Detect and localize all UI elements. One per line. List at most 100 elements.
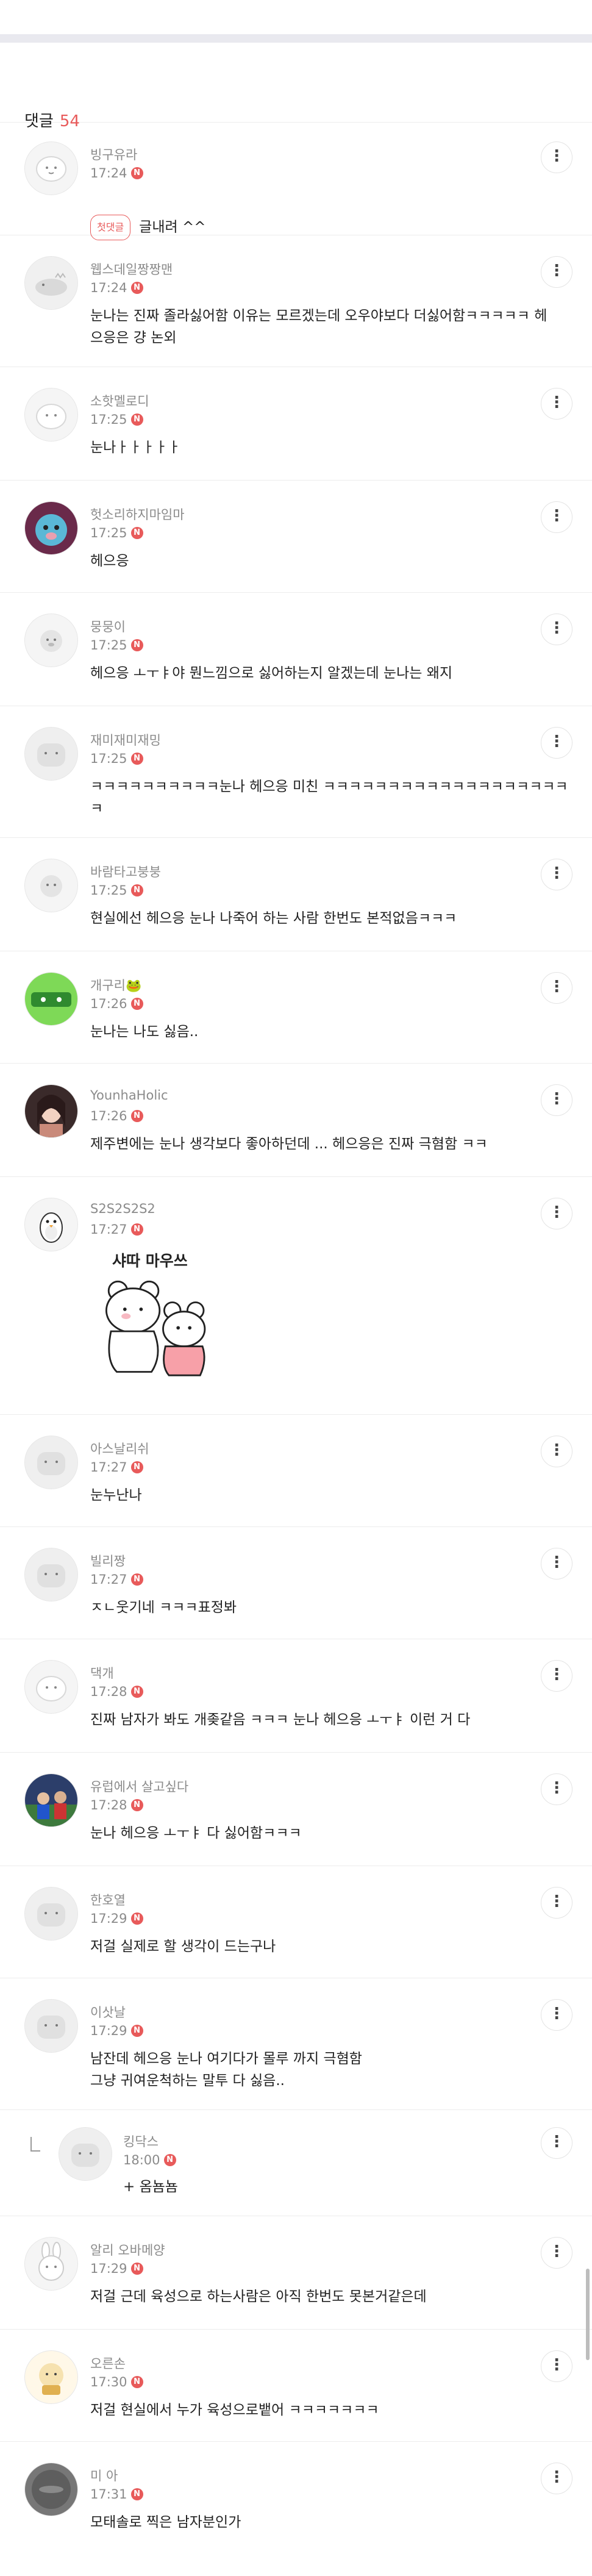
new-badge: N <box>130 753 143 765</box>
avatar[interactable] <box>24 2350 78 2404</box>
more-options-button[interactable]: ⋮ <box>541 501 572 533</box>
more-icon: ⋮ <box>549 1665 565 1684</box>
nickname[interactable]: 한호열 <box>90 1891 126 1909</box>
nickname[interactable]: 소핫멜로디 <box>90 392 149 410</box>
comment-body: 눈나는 나도 싫음.. <box>90 1024 199 1040</box>
time-text: 17:27 <box>90 1572 127 1587</box>
comment-body: 눈누난나 <box>90 1487 142 1503</box>
time-text: 17:28 <box>90 1798 127 1812</box>
comment-item: 웹스데일짱짱맨 17:24 N 눈나는 진짜 졸라싫어함 이유는 모르겠는데 오우… <box>0 235 592 367</box>
nickname[interactable]: 웹스데일짱짱맨 <box>90 260 173 278</box>
nickname[interactable]: 아스날리쉬 <box>90 1439 149 1458</box>
more-options-button[interactable]: ⋮ <box>541 388 572 420</box>
more-options-button[interactable]: ⋮ <box>541 2127 572 2159</box>
more-options-button[interactable]: ⋮ <box>541 2237 572 2269</box>
avatar[interactable] <box>24 1548 78 1601</box>
avatar[interactable] <box>24 1773 78 1827</box>
comment-item: 유럽에서 살고싶다 17:28 N 눈나 헤으응 ㅗㅜㅑ 다 싫어함ㅋㅋㅋ ⋮ <box>0 1753 592 1866</box>
nickname[interactable]: 댁개 <box>90 1664 114 1682</box>
new-badge: N <box>130 2263 143 2275</box>
avatar[interactable] <box>24 388 78 442</box>
avatar[interactable] <box>24 256 78 310</box>
new-badge: N <box>130 998 143 1010</box>
avatar[interactable] <box>59 2127 112 2181</box>
avatar[interactable] <box>24 1198 78 1251</box>
more-options-button[interactable]: ⋮ <box>541 1548 572 1580</box>
avatar[interactable] <box>24 1660 78 1714</box>
more-options-button[interactable]: ⋮ <box>541 1773 572 1805</box>
nickname[interactable]: 개구리🐸 <box>90 976 141 994</box>
nickname[interactable]: 재미재미재밍 <box>90 731 161 749</box>
nickname[interactable]: 유럽에서 살고싶다 <box>90 1777 188 1795</box>
avatar[interactable] <box>24 141 78 195</box>
comment-item: 빌리짱 17:27 N ㅈㄴ웃기네 ㅋㅋㅋ표정봐 ⋮ <box>0 1527 592 1639</box>
avatar[interactable] <box>24 501 78 555</box>
comment-item: 이삿날 17:29 N 남잔데 헤으응 눈나 여기다가 몰루 까지 극혐함 그냥 … <box>0 1978 592 2110</box>
avatar[interactable] <box>24 1084 78 1138</box>
avatar[interactable] <box>24 1436 78 1489</box>
more-options-button[interactable]: ⋮ <box>541 2350 572 2382</box>
more-options-button[interactable]: ⋮ <box>541 972 572 1004</box>
time-text: 18:00 <box>123 2153 160 2167</box>
more-options-button[interactable]: ⋮ <box>541 1198 572 1229</box>
nickname[interactable]: 이삿날 <box>90 2003 126 2021</box>
comment-item: 소핫멜로디 17:25 N 눈나ㅏㅏㅏㅏㅏ ⋮ <box>0 367 592 481</box>
scrollbar[interactable] <box>586 2269 590 2360</box>
more-options-button[interactable]: ⋮ <box>541 1436 572 1467</box>
more-options-button[interactable]: ⋮ <box>541 859 572 890</box>
more-icon: ⋮ <box>549 1553 565 1572</box>
new-badge: N <box>130 1912 143 1925</box>
avatar[interactable] <box>24 859 78 912</box>
comment-body: + 옴뇸뇸 <box>123 2179 179 2195</box>
comment-item: YounhaHolic 17:26 N 제주변에는 눈나 생각보다 좋아하던데 .… <box>0 1064 592 1177</box>
more-icon: ⋮ <box>549 978 565 996</box>
time-text: 17:27 <box>90 1222 127 1237</box>
avatar[interactable] <box>24 2463 78 2516</box>
nickname[interactable]: S2S2S2S2 <box>90 1201 155 1216</box>
sticker-image: 샤따 마우쓰 <box>90 1249 224 1389</box>
more-options-button[interactable]: ⋮ <box>541 1887 572 1919</box>
nickname[interactable]: 뭉뭉이 <box>90 617 126 635</box>
more-icon: ⋮ <box>549 2133 565 2151</box>
more-options-button[interactable]: ⋮ <box>541 614 572 645</box>
comment-item: 미 아 17:31 N 모태솔로 찍은 남자분인가 ⋮ <box>0 2442 592 2564</box>
comment-item: 오른손 17:30 N 저걸 현실에서 누가 육성으로뱉어 ㅋㅋㅋㅋㅋㅋㅋ ⋮ <box>0 2330 592 2442</box>
nickname[interactable]: 헛소리하지마임마 <box>90 505 185 523</box>
comment-body: 눈나 헤으응 ㅗㅜㅑ 다 싫어함ㅋㅋㅋ <box>90 1825 302 1841</box>
avatar[interactable] <box>24 1999 78 2053</box>
nickname[interactable]: 빌리짱 <box>90 1551 126 1570</box>
nickname[interactable]: 바람타고붕붕 <box>90 862 161 881</box>
comment-time: 17:25 N <box>90 526 143 540</box>
comment-time: 17:29 N <box>90 2261 143 2276</box>
nickname[interactable]: 킹닥스 <box>123 2132 159 2150</box>
avatar[interactable] <box>24 1887 78 1941</box>
reply-item: 킹닥스 18:00 N + 옴뇸뇸 ⋮ <box>0 2110 592 2216</box>
more-icon: ⋮ <box>549 1203 565 1222</box>
comment-time: 17:25 N <box>90 751 143 766</box>
comment-body: 헤으응 <box>90 553 129 569</box>
more-options-button[interactable]: ⋮ <box>541 1084 572 1116</box>
more-icon: ⋮ <box>549 2005 565 2023</box>
more-options-button[interactable]: ⋮ <box>541 727 572 759</box>
avatar[interactable] <box>24 972 78 1026</box>
more-options-button[interactable]: ⋮ <box>541 256 572 288</box>
more-options-button[interactable]: ⋮ <box>541 1660 572 1692</box>
nickname[interactable]: 빙구유라 <box>90 145 137 163</box>
nickname[interactable]: 미 아 <box>90 2466 118 2485</box>
time-text: 17:30 <box>90 2375 127 2389</box>
more-options-button[interactable]: ⋮ <box>541 1999 572 2031</box>
avatar[interactable] <box>24 727 78 781</box>
nickname[interactable]: 알리 오바메양 <box>90 2241 165 2259</box>
more-icon: ⋮ <box>549 1441 565 1459</box>
nickname[interactable]: 오른손 <box>90 2354 126 2372</box>
comment-body: 모태솔로 찍은 남자분인가 <box>90 2514 241 2530</box>
avatar[interactable] <box>24 2237 78 2291</box>
nickname[interactable]: YounhaHolic <box>90 1088 168 1103</box>
more-options-button[interactable]: ⋮ <box>541 2463 572 2494</box>
time-text: 17:27 <box>90 1460 127 1475</box>
new-badge: N <box>130 282 143 294</box>
comment-body: ㅈㄴ웃기네 ㅋㅋㅋ표정봐 <box>90 1600 237 1615</box>
avatar[interactable] <box>24 614 78 667</box>
more-options-button[interactable]: ⋮ <box>541 141 572 173</box>
new-badge: N <box>130 1461 143 1473</box>
